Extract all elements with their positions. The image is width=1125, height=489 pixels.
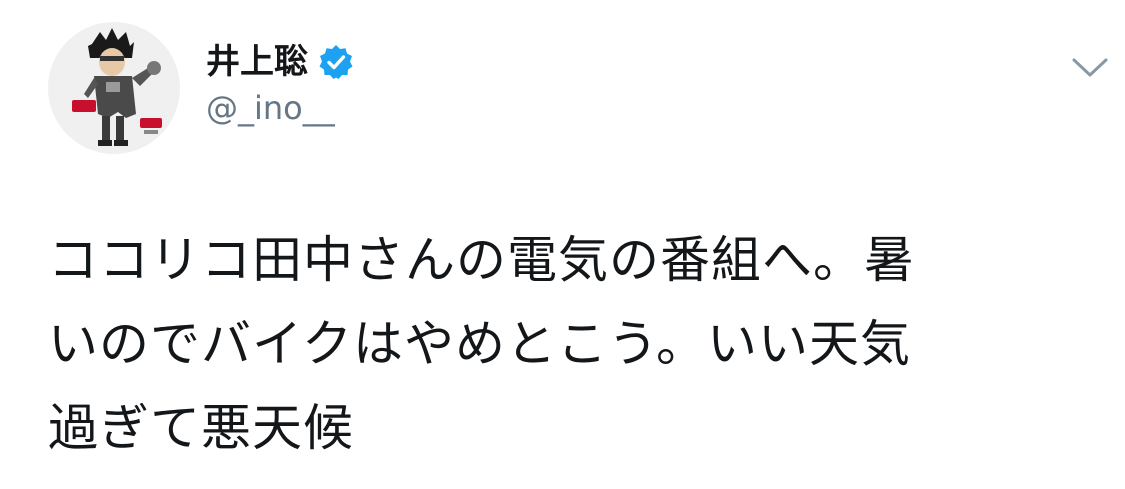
tweet-header: 井上聡 @_ino__ (206, 40, 354, 128)
tweet-menu-button[interactable] (1070, 54, 1110, 82)
avatar-icon (48, 22, 180, 154)
tweet-text-line: ココリコ田中さんの電気の番組へ。暑 (48, 231, 915, 289)
tweet-text-line: 過ぎて悪天候 (48, 399, 354, 457)
chevron-down-icon (1072, 58, 1108, 77)
user-handle[interactable]: @_ino__ (206, 88, 354, 128)
tweet: 井上聡 @_ino__ ココリコ田中さんの電気の番組へ。暑 いのでバイクはやめと… (0, 0, 1125, 489)
avatar[interactable] (48, 22, 180, 154)
name-row: 井上聡 (206, 40, 354, 84)
verified-badge-icon (318, 44, 354, 80)
display-name[interactable]: 井上聡 (206, 40, 308, 84)
tweet-text: ココリコ田中さんの電気の番組へ。暑 いのでバイクはやめとこう。いい天気 過ぎて悪… (48, 218, 1088, 470)
tweet-text-line: いのでバイクはやめとこう。いい天気 (48, 315, 911, 373)
